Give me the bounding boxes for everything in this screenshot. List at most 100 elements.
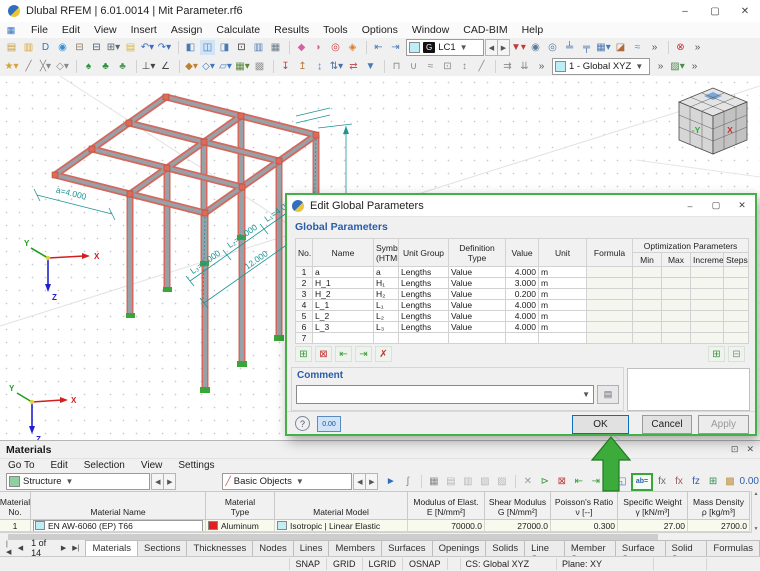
dialog-close-icon[interactable]: ✕: [729, 195, 755, 216]
table-view-icon[interactable]: ▦: [426, 474, 441, 489]
navigation-cube[interactable]: [677, 87, 749, 155]
cell-increment[interactable]: [690, 321, 724, 333]
panel-right-icon[interactable]: ◨: [217, 40, 232, 55]
load-case-combo[interactable]: G LC1 ▼: [406, 39, 484, 56]
cell-min[interactable]: [632, 266, 662, 278]
cell-increment[interactable]: [690, 299, 724, 311]
material-model-cell[interactable]: Isotropic | Linear Elastic: [275, 520, 408, 532]
new-model-icon[interactable]: ▤: [4, 40, 19, 55]
cell-symbol[interactable]: L₂: [373, 310, 399, 322]
document-icon[interactable]: ▦: [4, 24, 18, 36]
cell-name[interactable]: H_2: [312, 288, 374, 300]
units-icon[interactable]: 0.00: [317, 416, 341, 432]
cell-min[interactable]: [632, 288, 662, 300]
stamp-icon[interactable]: ◈: [345, 40, 360, 55]
toolbar-separator[interactable]: [74, 60, 77, 73]
cell-definition-type[interactable]: Value: [448, 266, 506, 278]
snap-toggle[interactable]: GRID: [326, 558, 362, 570]
cell-increment[interactable]: [690, 332, 724, 344]
cell-min[interactable]: [632, 277, 662, 289]
navigator-combo[interactable]: Structure ▼: [6, 473, 151, 490]
menu-item[interactable]: Calculate: [209, 23, 267, 37]
slope-tool-icon[interactable]: ╱: [474, 59, 489, 74]
help-icon[interactable]: ?: [295, 416, 310, 431]
parameter-row[interactable]: 5 L_2 L₂ Lengths Value 4.000 m: [295, 310, 750, 322]
cell-name[interactable]: L_1: [312, 299, 374, 311]
snap-toggle[interactable]: LGRID: [361, 558, 403, 570]
cell-unit-group[interactable]: Lengths: [398, 288, 449, 300]
insert-row-icon[interactable]: ⇤: [571, 474, 586, 489]
materials-menu-item[interactable]: Edit: [43, 460, 76, 471]
chevron-more-icon[interactable]: »: [690, 40, 705, 55]
last-page-icon[interactable]: ▶|: [70, 544, 81, 552]
toolbar-separator[interactable]: [271, 60, 274, 73]
cell-steps[interactable]: [722, 277, 750, 289]
ok-button[interactable]: OK: [572, 415, 629, 434]
cell-increment[interactable]: [690, 277, 724, 289]
cell-value[interactable]: 4.000: [505, 266, 539, 278]
export-excel-icon[interactable]: ⊟: [728, 346, 745, 362]
first-page-icon[interactable]: |◀: [4, 541, 14, 556]
cell-unit[interactable]: m: [538, 299, 587, 311]
cell-min[interactable]: [632, 321, 662, 333]
cancel-button[interactable]: Cancel: [642, 415, 692, 434]
cell-definition-type[interactable]: Value: [448, 310, 506, 322]
dialog-title-bar[interactable]: Edit Global Parameters – ▢ ✕: [287, 195, 755, 217]
maximize-icon[interactable]: ▢: [700, 0, 730, 22]
dim-angle-icon[interactable]: ∠: [158, 59, 173, 74]
select-star-icon[interactable]: ★▾: [4, 59, 19, 74]
console-icon[interactable]: ⊡: [234, 40, 249, 55]
delete-parameter-icon[interactable]: ⊠: [315, 346, 332, 362]
cell-formula[interactable]: [586, 310, 633, 322]
cell-value[interactable]: 4.000: [505, 310, 539, 322]
cell-steps[interactable]: [722, 266, 750, 278]
materials-menu-item[interactable]: View: [133, 460, 171, 471]
toolbar-separator[interactable]: [666, 41, 669, 54]
menu-item[interactable]: Help: [515, 23, 551, 37]
mesh-icon[interactable]: ▦▾: [235, 59, 250, 74]
materials-menu-item[interactable]: Settings: [170, 460, 222, 471]
cell-steps[interactable]: [722, 299, 750, 311]
zoom-clear-icon[interactable]: ⊗: [673, 40, 688, 55]
table-new-icon[interactable]: ▤: [443, 474, 458, 489]
next-page-icon[interactable]: ▶: [59, 544, 68, 552]
move-parameter-icon[interactable]: ⇥: [355, 346, 372, 362]
redo-icon[interactable]: ↷▾: [157, 40, 172, 55]
new-parameter-icon[interactable]: ⊞: [295, 346, 312, 362]
cell-unit-group[interactable]: Lengths: [398, 321, 449, 333]
menu-item[interactable]: Tools: [316, 23, 355, 37]
merge-icon[interactable]: ≈: [630, 40, 645, 55]
cell-value[interactable]: 4.000: [505, 321, 539, 333]
undo-icon[interactable]: ↶▾: [140, 40, 155, 55]
import-table-icon[interactable]: ▩: [723, 474, 738, 489]
table-copy-icon[interactable]: ▥: [460, 474, 475, 489]
parameter-row[interactable]: 2 H_1 H₁ Lengths Value 3.000 m: [295, 277, 750, 289]
cell-symbol[interactable]: [373, 332, 399, 344]
cell-max[interactable]: [661, 266, 691, 278]
table-lock-icon[interactable]: ▧: [477, 474, 492, 489]
arc-tool-icon[interactable]: ⊓: [389, 59, 404, 74]
minimize-icon[interactable]: –: [670, 0, 700, 22]
menu-item[interactable]: Assign: [164, 23, 210, 37]
show-all-icon[interactable]: ╧: [562, 40, 577, 55]
shear-modulus-cell[interactable]: 27000.0: [485, 520, 551, 532]
table-export-icon[interactable]: ▨: [494, 474, 509, 489]
clear-table-icon[interactable]: ✕: [520, 474, 535, 489]
cell-symbol[interactable]: H₁: [373, 277, 399, 289]
toolbar-separator[interactable]: [493, 60, 496, 73]
cell-steps[interactable]: [722, 288, 750, 300]
select-arrow-icon[interactable]: ►: [383, 474, 398, 489]
cell-steps[interactable]: [722, 321, 750, 333]
menu-item[interactable]: Edit: [55, 23, 87, 37]
cell-formula[interactable]: [586, 321, 633, 333]
menu-item[interactable]: View: [87, 23, 124, 37]
cell-name[interactable]: a: [312, 266, 374, 278]
cell-formula[interactable]: [586, 266, 633, 278]
select-line-icon[interactable]: ╱: [21, 59, 36, 74]
category-stepper[interactable]: ◀ ▶: [353, 473, 379, 490]
float-panel-icon[interactable]: ⊡: [731, 444, 739, 455]
parameter-row[interactable]: 1 a a Lengths Value 4.000 m: [295, 266, 750, 278]
prev-page-icon[interactable]: ◀: [16, 544, 25, 552]
cell-value[interactable]: 0.200: [505, 288, 539, 300]
chevron-more-icon[interactable]: »: [534, 59, 549, 74]
